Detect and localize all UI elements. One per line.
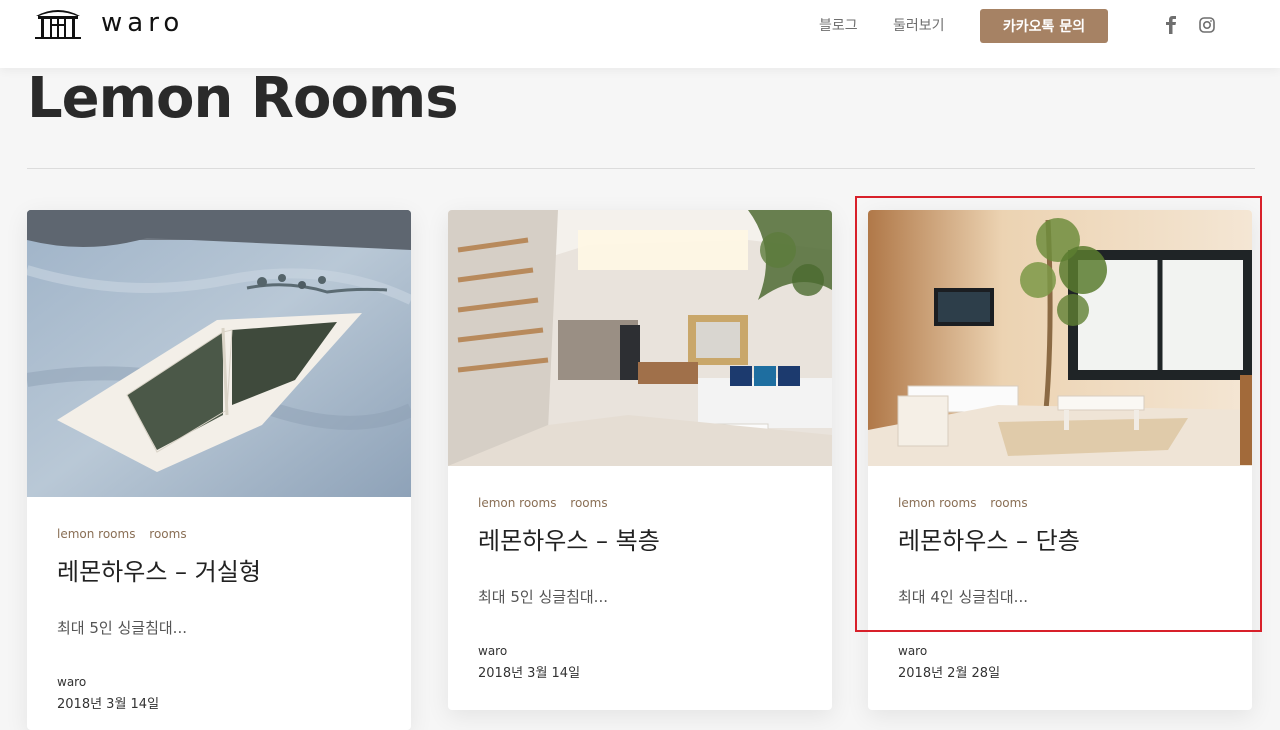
card-author: waro xyxy=(478,644,508,658)
card-date: 2018년 3월 14일 xyxy=(478,666,581,681)
logo[interactable]: waro xyxy=(33,6,184,40)
card-tags: lemon rooms rooms xyxy=(898,496,1038,510)
duplex-living-room-photo xyxy=(448,210,832,466)
nav-blog-link[interactable]: 블로그 xyxy=(819,15,858,35)
card-author: waro xyxy=(57,675,87,689)
card-image[interactable] xyxy=(448,210,832,466)
card-excerpt: 최대 4인 싱글침대... xyxy=(898,588,1028,606)
tag-link[interactable]: rooms xyxy=(990,496,1027,510)
nav-browse-link[interactable]: 둘러보기 xyxy=(893,15,945,35)
card-image[interactable] xyxy=(27,210,411,497)
page-title: Lemon Rooms xyxy=(27,66,459,131)
bedroom-book-photo xyxy=(27,210,411,497)
card-excerpt: 최대 5인 싱글침대... xyxy=(57,619,187,637)
card-title[interactable]: 레몬하우스 – 단층 xyxy=(898,521,1080,556)
card-tags: lemon rooms rooms xyxy=(57,527,197,541)
tag-link[interactable]: lemon rooms xyxy=(57,527,135,541)
site-header: waro 블로그 둘러보기 카카오톡 문의 xyxy=(0,0,1280,68)
card-author: waro xyxy=(898,644,928,658)
card-title[interactable]: 레몬하우스 – 복층 xyxy=(478,521,660,556)
tag-link[interactable]: rooms xyxy=(570,496,607,510)
card-date: 2018년 2월 28일 xyxy=(898,666,1001,681)
single-floor-living-room-photo xyxy=(868,210,1252,466)
room-card-living[interactable]: lemon rooms rooms 레몬하우스 – 거실형 최대 5인 싱글침대… xyxy=(27,210,411,730)
tag-link[interactable]: lemon rooms xyxy=(478,496,556,510)
logo-text: waro xyxy=(101,8,185,38)
instagram-icon[interactable] xyxy=(1196,14,1218,36)
card-tags: lemon rooms rooms xyxy=(478,496,618,510)
card-date: 2018년 3월 14일 xyxy=(57,697,160,712)
room-card-duplex[interactable]: lemon rooms rooms 레몬하우스 – 복층 최대 5인 싱글침대.… xyxy=(448,210,832,710)
title-divider xyxy=(27,168,1255,169)
card-title[interactable]: 레몬하우스 – 거실형 xyxy=(57,552,261,587)
card-excerpt: 최대 5인 싱글침대... xyxy=(478,588,608,606)
tag-link[interactable]: lemon rooms xyxy=(898,496,976,510)
tag-link[interactable]: rooms xyxy=(149,527,186,541)
room-card-single-floor[interactable]: lemon rooms rooms 레몬하우스 – 단층 최대 4인 싱글침대.… xyxy=(868,210,1252,710)
hanok-logo-icon xyxy=(35,10,81,39)
facebook-icon[interactable] xyxy=(1160,14,1182,36)
card-image[interactable] xyxy=(868,210,1252,466)
kakaotalk-inquiry-button[interactable]: 카카오톡 문의 xyxy=(980,9,1108,43)
